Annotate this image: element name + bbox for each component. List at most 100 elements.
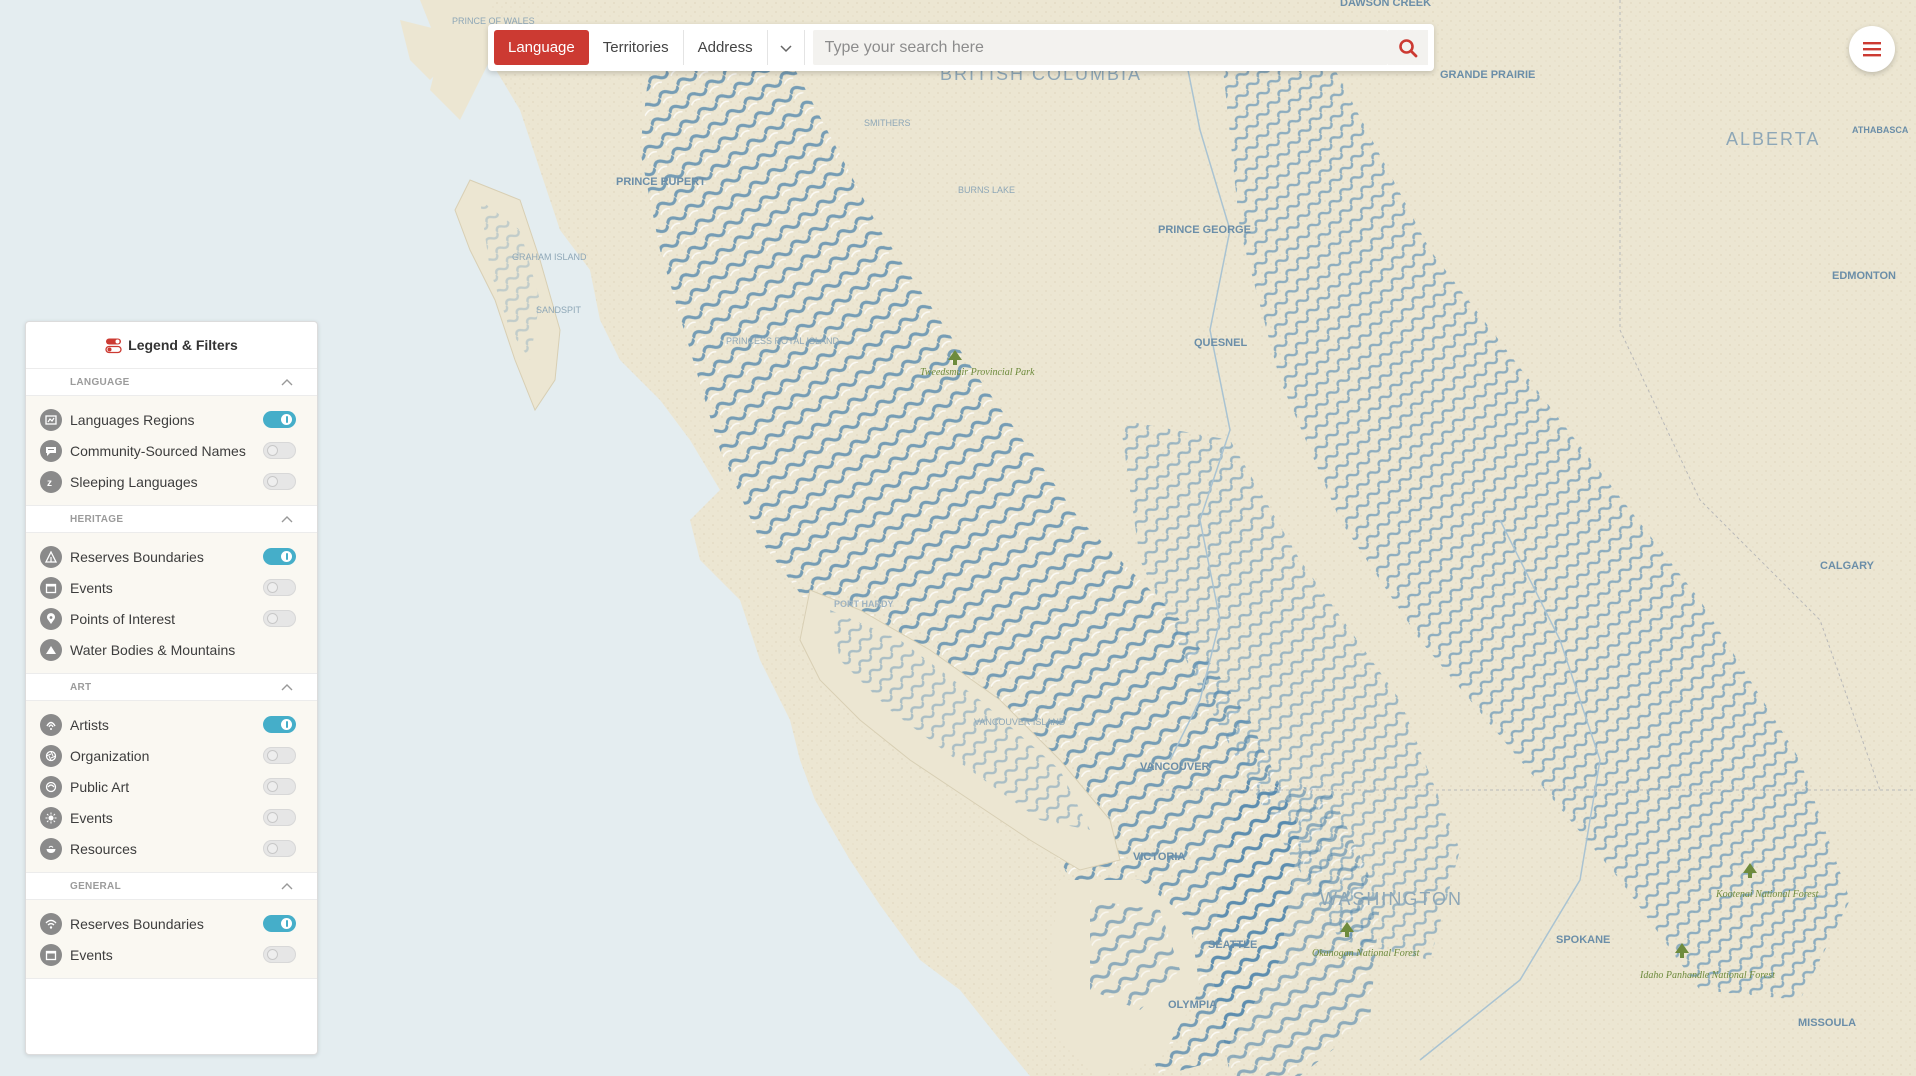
- legend-item-label: Languages Regions: [70, 411, 195, 428]
- section-title: GENERAL: [70, 880, 121, 892]
- section-header-language[interactable]: LANGUAGE: [26, 369, 317, 396]
- public-art-icon: [40, 775, 62, 798]
- park-label: Tweedsmuir Provincial Park: [920, 367, 1035, 378]
- section-header-general[interactable]: GENERAL: [26, 873, 317, 900]
- heritage-events-toggle[interactable]: [263, 579, 296, 596]
- search-bar: Language Territories Address: [488, 24, 1434, 71]
- main-menu-button[interactable]: [1849, 26, 1895, 72]
- chevron-up-icon[interactable]: [281, 683, 293, 691]
- bowl-icon: [40, 837, 62, 860]
- section-title: LANGUAGE: [70, 376, 130, 388]
- legend-item: Events: [26, 802, 317, 833]
- legend-item-label: Reserves Boundaries: [70, 548, 204, 565]
- reserves-boundaries-toggle[interactable]: [263, 548, 296, 565]
- section-heritage: Reserves Boundaries Events Points of Int…: [26, 533, 317, 674]
- section-art: Artists Organization Public Art Events R…: [26, 701, 317, 873]
- public-art-toggle[interactable]: [263, 778, 296, 795]
- art-events-toggle[interactable]: [263, 809, 296, 826]
- map-label-city: PRINCE RUPERT: [616, 176, 706, 188]
- chevron-down-icon: [780, 44, 792, 52]
- resources-toggle[interactable]: [263, 840, 296, 857]
- section-language: Languages Regions Community-Sourced Name…: [26, 396, 317, 506]
- sleeping-languages-toggle[interactable]: [263, 473, 296, 490]
- legend-item-label: Events: [70, 809, 113, 826]
- legend-panel: Legend & Filters LANGUAGE Languages Regi…: [25, 321, 318, 1055]
- legend-item-label: Events: [70, 579, 113, 596]
- legend-item: Events: [26, 572, 317, 603]
- legend-item: Events: [26, 939, 317, 970]
- legend-item: Reserves Boundaries: [26, 908, 317, 939]
- legend-item-label: Reserves Boundaries: [70, 915, 204, 932]
- legend-item: Public Art: [26, 771, 317, 802]
- mountain-icon: [40, 638, 62, 661]
- map-label-island: SANDSPIT: [536, 305, 582, 315]
- section-title: ART: [70, 681, 92, 693]
- legend-item-label: Public Art: [70, 778, 130, 795]
- sleep-icon: z: [40, 470, 62, 493]
- map-label-island: GRAHAM ISLAND: [512, 252, 587, 262]
- tab-address[interactable]: Address: [684, 30, 768, 65]
- artist-icon: [40, 713, 62, 736]
- legend-item: Languages Regions: [26, 404, 317, 435]
- tent-icon: [40, 545, 62, 568]
- chevron-up-icon[interactable]: [281, 378, 293, 386]
- points-of-interest-toggle[interactable]: [263, 610, 296, 627]
- map-label-city: ATHABASCA: [1852, 125, 1909, 135]
- legend-item-label: Organization: [70, 747, 150, 764]
- tab-language[interactable]: Language: [494, 30, 589, 65]
- map-label-city: OLYMPIA: [1168, 999, 1217, 1011]
- search-button[interactable]: [1388, 30, 1428, 65]
- svg-text:z: z: [47, 478, 52, 488]
- search-input[interactable]: [812, 30, 1388, 65]
- map-label-region: ALBERTA: [1726, 129, 1820, 149]
- legend-item-label: Points of Interest: [70, 610, 176, 627]
- map-label-city: GRANDE PRAIRIE: [1440, 69, 1535, 81]
- toggle-switch-icon: [105, 338, 122, 353]
- park-label: Idaho Panhandle National Forest: [1639, 970, 1775, 981]
- aperture-icon: [40, 744, 62, 767]
- legend-item: Water Bodies & Mountains: [26, 634, 317, 665]
- legend-item-label: Events: [70, 946, 113, 963]
- general-events-toggle[interactable]: [263, 946, 296, 963]
- chevron-up-icon[interactable]: [281, 882, 293, 890]
- search-icon: [1399, 38, 1418, 57]
- map-label-city: CALGARY: [1820, 560, 1875, 572]
- artists-toggle[interactable]: [263, 716, 296, 733]
- languages-regions-toggle[interactable]: [263, 411, 296, 428]
- legend-header: Legend & Filters: [26, 322, 317, 369]
- section-title: HERITAGE: [70, 513, 124, 525]
- tab-territories[interactable]: Territories: [589, 30, 684, 65]
- map-label-city: DAWSON CREEK: [1340, 0, 1431, 9]
- legend-item: Reserves Boundaries: [26, 541, 317, 572]
- sun-icon: [40, 806, 62, 829]
- map-label-island: BURNS LAKE: [958, 185, 1015, 195]
- legend-item: Community-Sourced Names: [26, 435, 317, 466]
- map-label-city: QUESNEL: [1194, 337, 1247, 349]
- legend-title: Legend & Filters: [128, 337, 238, 353]
- search-type-dropdown[interactable]: [768, 30, 805, 65]
- map-label-city: PORT HARDY: [834, 599, 894, 609]
- legend-item: z Sleeping Languages: [26, 466, 317, 497]
- general-reserves-boundaries-toggle[interactable]: [263, 915, 296, 932]
- calendar-icon: [40, 576, 62, 599]
- legend-item-label: Artists: [70, 716, 109, 733]
- organization-toggle[interactable]: [263, 747, 296, 764]
- map-label-city: SEATTLE: [1208, 939, 1257, 951]
- legend-item-label: Water Bodies & Mountains: [70, 641, 236, 658]
- legend-item-label: Community-Sourced Names: [70, 442, 246, 459]
- legend-item: Artists: [26, 709, 317, 740]
- map-label-city: EDMONTON: [1832, 270, 1896, 282]
- section-header-heritage[interactable]: HERITAGE: [26, 506, 317, 533]
- map-label-island: PRINCESS ROYAL ISLAND: [726, 336, 840, 346]
- legend-item: Resources: [26, 833, 317, 864]
- section-header-art[interactable]: ART: [26, 674, 317, 701]
- hamburger-menu-icon: [1863, 42, 1881, 57]
- legend-item: Points of Interest: [26, 603, 317, 634]
- park-label: Kootenai National Forest: [1715, 889, 1819, 900]
- community-sourced-names-toggle[interactable]: [263, 442, 296, 459]
- map-label-city: VANCOUVER: [1140, 761, 1210, 773]
- map-label-region: WASHINGTON: [1320, 889, 1463, 909]
- chevron-up-icon[interactable]: [281, 515, 293, 523]
- legend-item: Organization: [26, 740, 317, 771]
- map-label-city: VICTORIA: [1133, 851, 1185, 863]
